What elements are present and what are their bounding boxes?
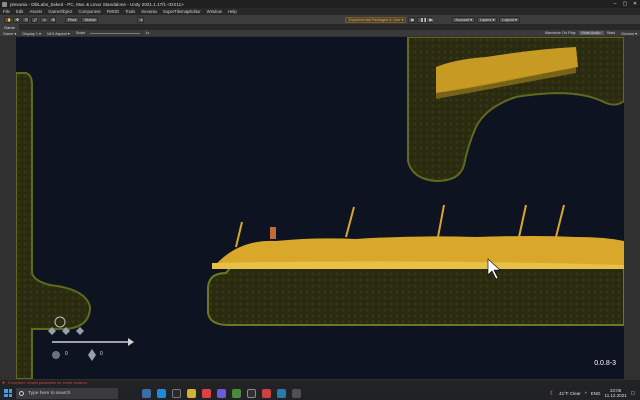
unity-icon[interactable] (247, 388, 256, 398)
menu-assets[interactable]: Assets (26, 9, 45, 14)
weather-text[interactable]: 41°F Clear (559, 391, 581, 396)
menu-bar: File Edit Assets GameObject Component FM… (0, 8, 640, 15)
window-title: plevania - DibLabs_baked - PC, Mac & Lin… (10, 1, 184, 7)
discord-icon[interactable] (217, 388, 226, 398)
scale-label: Scale (75, 31, 86, 35)
global-toggle[interactable]: Global (81, 16, 99, 23)
maximize-button[interactable]: ▢ (620, 0, 630, 8)
game-scene (16, 37, 624, 379)
system-clock[interactable]: 22:06 11.12.2021 (605, 388, 627, 398)
move-tool-icon[interactable]: ✥ (13, 16, 20, 23)
menu-fmod[interactable]: FMOD (104, 9, 123, 14)
experimental-packages-warning[interactable]: Experimental Packages In Use ▾ (345, 16, 407, 23)
edge-icon[interactable] (157, 388, 166, 398)
game-render[interactable]: 0.0.8-3 0 0 (16, 37, 624, 379)
chrome-icon[interactable] (202, 388, 211, 398)
search-icon (19, 390, 24, 396)
task-view-icon[interactable] (142, 388, 151, 398)
app-icon-gray[interactable] (292, 388, 301, 398)
rotate-tool-icon[interactable]: ↻ (22, 16, 29, 23)
menu-gameobject[interactable]: GameObject (45, 9, 75, 14)
store-icon[interactable] (172, 388, 181, 398)
taskbar-search-box[interactable]: Type here to search (16, 387, 118, 399)
app-icon-green[interactable] (232, 388, 241, 398)
gem-count: 0 (65, 351, 68, 357)
step-button-icon[interactable]: ▶| (426, 16, 434, 23)
search-placeholder: Type here to search (28, 390, 71, 396)
display-dropdown[interactable]: Display 1 ▾ (19, 31, 44, 36)
gizmos-dropdown[interactable]: Gizmos ▾ (618, 31, 640, 36)
layers-dropdown[interactable]: Layers ▾ (477, 16, 498, 23)
windows-taskbar: Type here to search ☾ 41°F Clear ^ ENG 2… (0, 386, 640, 400)
account-dropdown[interactable]: Account ▾ (452, 16, 476, 23)
app-icon-blue[interactable] (277, 388, 286, 398)
app-icon-red[interactable] (262, 388, 271, 398)
console-error-message[interactable]: Exception: Invalid parameter for event i… (8, 381, 87, 385)
maximize-on-play-toggle[interactable]: Maximize On Play (542, 31, 579, 35)
tray-chevron-icon[interactable]: ^ (585, 391, 587, 396)
scale-slider[interactable] (90, 32, 141, 34)
game-viewport[interactable]: 0.0.8-3 0 0 (0, 36, 640, 380)
menu-file[interactable]: File (0, 9, 13, 14)
pivot-toggle[interactable]: Pivot (65, 16, 80, 23)
language-indicator[interactable]: ENG (591, 391, 601, 396)
scale-tool-icon[interactable]: ⤢ (31, 16, 38, 23)
menu-tools[interactable]: Tools (122, 9, 138, 14)
pause-button-icon[interactable]: ❚❚ (417, 16, 427, 23)
stats-toggle[interactable]: Stats (604, 31, 619, 35)
minimize-button[interactable]: – (610, 0, 620, 8)
unity-logo-icon (2, 1, 7, 7)
windows-start-icon[interactable] (4, 389, 12, 397)
player-character (270, 227, 276, 239)
transform-tool-icon[interactable]: ⊕ (49, 16, 56, 23)
menu-edit[interactable]: Edit (13, 9, 26, 14)
title-bar: plevania - DibLabs_baked - PC, Mac & Lin… (0, 0, 640, 8)
notifications-icon[interactable]: ▢ (631, 390, 635, 396)
rect-tool-icon[interactable]: ▭ (40, 16, 47, 23)
game-version-label: 0.0.8-3 (594, 360, 616, 367)
game-view-dropdown[interactable]: Game ▾ (0, 31, 19, 36)
main-platform-terrain (207, 266, 624, 326)
aspect-dropdown[interactable]: 16:9 Aspect ▾ (44, 31, 73, 36)
menu-window[interactable]: Window (204, 9, 225, 14)
mute-audio-toggle[interactable]: Mute Audio (578, 31, 604, 35)
menu-supertilemapeditor[interactable]: SuperTilemapEditor (160, 9, 204, 14)
play-button-icon[interactable]: ▶ (408, 16, 416, 23)
grid-snap-icon[interactable]: # (137, 16, 145, 23)
menu-help[interactable]: Help (225, 9, 240, 14)
layout-dropdown[interactable]: Layout ▾ (499, 16, 520, 23)
menu-sevania[interactable]: Sevania (138, 9, 160, 14)
weather-moon-icon: ☾ (549, 390, 556, 397)
file-explorer-icon[interactable] (187, 388, 196, 398)
item-count: 0 (100, 351, 103, 357)
scale-value: 1x (145, 31, 150, 35)
close-button[interactable]: ✕ (630, 0, 640, 8)
main-toolbar: ✋ ✥ ↻ ⤢ ▭ ⊕ Pivot Global # Experimental … (0, 15, 640, 24)
clock-date: 11.12.2021 (604, 393, 627, 398)
hand-tool-icon[interactable]: ✋ (4, 16, 12, 23)
menu-component[interactable]: Component (75, 9, 103, 14)
